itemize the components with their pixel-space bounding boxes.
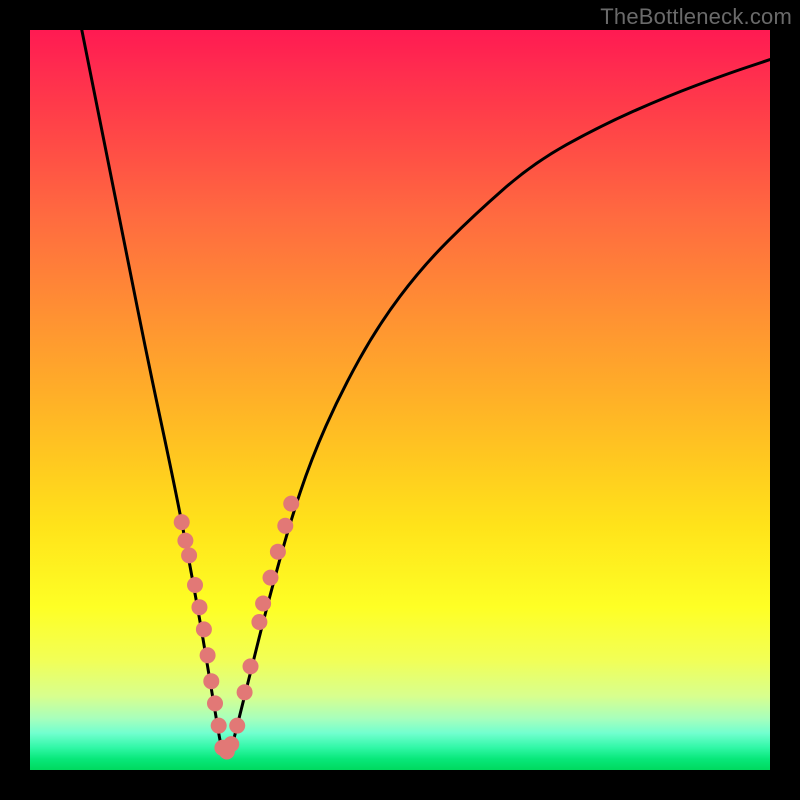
marker-dot xyxy=(243,658,259,674)
curve-layer xyxy=(30,30,770,770)
marker-dot xyxy=(177,533,193,549)
chart-frame: TheBottleneck.com xyxy=(0,0,800,800)
marker-dot xyxy=(237,684,253,700)
bottleneck-curve xyxy=(82,30,770,755)
marker-dot xyxy=(196,621,212,637)
marker-dots-group xyxy=(174,496,300,760)
marker-dot xyxy=(223,736,239,752)
bottleneck-curve-group xyxy=(82,30,770,755)
marker-dot xyxy=(207,695,223,711)
watermark-text: TheBottleneck.com xyxy=(600,4,792,30)
marker-dot xyxy=(255,596,271,612)
marker-dot xyxy=(174,514,190,530)
marker-dot xyxy=(229,718,245,734)
marker-dot xyxy=(263,570,279,586)
plot-area xyxy=(30,30,770,770)
marker-dot xyxy=(181,547,197,563)
marker-dot xyxy=(211,718,227,734)
marker-dot xyxy=(191,599,207,615)
marker-dot xyxy=(200,647,216,663)
marker-dot xyxy=(270,544,286,560)
marker-dot xyxy=(187,577,203,593)
marker-dot xyxy=(277,518,293,534)
marker-dot xyxy=(251,614,267,630)
marker-dot xyxy=(283,496,299,512)
marker-dot xyxy=(203,673,219,689)
